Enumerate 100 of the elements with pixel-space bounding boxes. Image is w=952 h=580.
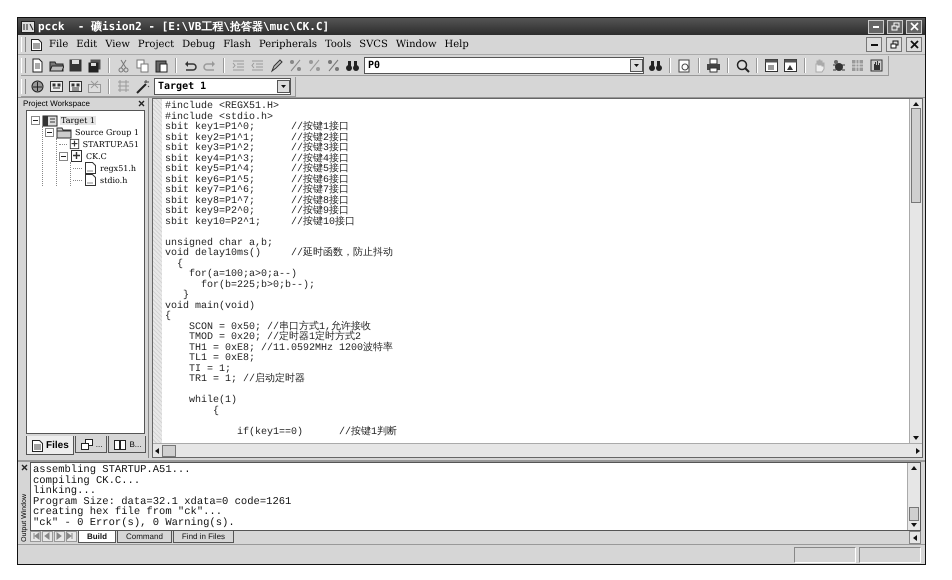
menu-item[interactable]: Peripherals	[256, 39, 319, 50]
code-line: {	[165, 312, 172, 322]
magnifier-icon[interactable]	[735, 58, 750, 72]
code-line: #include <REGX51.H>	[165, 102, 280, 112]
tab-scroll-icon[interactable]	[42, 531, 53, 542]
window-icon[interactable]	[764, 58, 779, 72]
output-tab[interactable]: Build	[78, 531, 116, 543]
close-button[interactable]	[906, 37, 922, 52]
panel-tab[interactable]: B...	[108, 436, 146, 453]
code-line: void delay10ms() //延时函数，防止抖动	[165, 249, 394, 259]
pencil-icon[interactable]	[269, 58, 284, 72]
menu-item[interactable]: SVCS	[357, 39, 390, 50]
up-arrow-icon[interactable]	[911, 466, 917, 470]
output-line: linking...	[33, 486, 96, 496]
code-line: #include <stdio.h>	[165, 112, 274, 122]
code-line: void main(void)	[165, 302, 256, 312]
up-arrow-icon[interactable]	[913, 102, 919, 106]
hand-icon[interactable]	[869, 58, 884, 72]
code-line: unsigned char a,b;	[165, 238, 274, 248]
tree-item[interactable]: regx51.h	[99, 164, 138, 172]
copy-icon[interactable]	[135, 58, 150, 72]
save-all-icon[interactable]	[87, 58, 102, 72]
file-icon	[84, 161, 97, 175]
output-tab[interactable]: Command	[117, 531, 172, 543]
target-combo[interactable]: Target 1	[154, 78, 291, 94]
menu-item[interactable]: Flash	[221, 39, 253, 50]
minimize-button[interactable]	[866, 37, 882, 52]
code-line: while(1)	[188, 396, 238, 406]
code-line: for(b=225;b>0;b--);	[200, 280, 316, 291]
status-pane	[859, 546, 921, 562]
restore-button[interactable]	[887, 20, 903, 34]
left-arrow-icon[interactable]	[155, 448, 159, 454]
menu-item[interactable]: Tools	[322, 39, 354, 50]
new-file-icon[interactable]	[30, 58, 45, 72]
horizontal-scrollbar[interactable]	[153, 443, 922, 457]
scissors-icon[interactable]	[116, 58, 131, 72]
code-line: sbit key9=P2^0; //按键9接口	[165, 207, 350, 217]
panel-tab[interactable]: ...	[74, 436, 108, 453]
code-line: if(key1==0) //按键1判断	[236, 428, 398, 438]
horizontal-scrollbar[interactable]	[909, 531, 921, 544]
menu-item[interactable]: Help	[442, 39, 471, 50]
paste-icon[interactable]	[154, 58, 169, 72]
minimize-icon	[873, 26, 879, 28]
code-line: TMOD = 0x20; //定时器1定时方式2	[188, 333, 362, 343]
close-icon[interactable]	[138, 100, 145, 107]
vertical-scrollbar[interactable]	[909, 99, 922, 443]
panel-title: Project Workspace	[23, 99, 90, 108]
code-line: TR1 = 1; //启动定时器	[188, 375, 306, 386]
code-line: }	[183, 291, 190, 301]
menu-item[interactable]: Debug	[180, 39, 218, 50]
menu-item[interactable]: Edit	[74, 39, 100, 50]
source-file-icon	[68, 137, 80, 151]
minimize-button[interactable]	[868, 20, 884, 34]
tree-item[interactable]: Source Group 1	[74, 128, 140, 136]
folder-icon	[56, 126, 72, 138]
vertical-scrollbar[interactable]	[907, 463, 920, 530]
tree-item[interactable]: Target 1	[60, 116, 96, 124]
tab-scroll-icon[interactable]	[30, 531, 41, 542]
status-pane	[794, 546, 856, 562]
wand-icon[interactable]	[135, 78, 150, 94]
collapse-toggle[interactable]	[59, 152, 68, 160]
collapse-toggle[interactable]	[31, 116, 40, 124]
tree-item[interactable]: stdio.h	[99, 176, 128, 184]
right-arrow-icon[interactable]	[916, 448, 920, 454]
menu-item[interactable]: View	[103, 39, 132, 50]
menu-item[interactable]: Project	[136, 39, 176, 50]
app-icon	[21, 20, 35, 32]
printer-icon[interactable]	[706, 58, 721, 72]
tree-item[interactable]: CK.C	[85, 152, 108, 160]
tab-scroll-icon[interactable]	[66, 531, 77, 542]
scroll-thumb[interactable]	[162, 444, 176, 456]
code-line: {	[176, 260, 184, 270]
menu-item[interactable]: Window	[394, 39, 439, 50]
scroll-thumb[interactable]	[909, 507, 919, 521]
code-line: sbit key1=P1^0; //按键1接口	[165, 123, 350, 133]
output-tab[interactable]: Find in Files	[172, 531, 234, 543]
document-icon	[31, 438, 44, 452]
collapse-toggle[interactable]	[45, 128, 54, 136]
menu-item[interactable]: File	[47, 39, 70, 50]
source-file-icon	[70, 149, 83, 163]
output-line: assembling STARTUP.A51...	[33, 465, 192, 476]
find-combo[interactable]: P0	[364, 56, 644, 74]
restore-button[interactable]	[886, 37, 902, 52]
down-arrow-icon[interactable]	[911, 523, 917, 527]
document-icon	[30, 38, 43, 52]
close-icon[interactable]	[20, 464, 28, 471]
close-icon	[910, 40, 918, 49]
down-arrow-icon[interactable]	[913, 436, 919, 440]
scroll-thumb[interactable]	[911, 108, 921, 203]
book-icon	[113, 438, 128, 450]
bug-icon[interactable]	[831, 58, 846, 72]
save-icon[interactable]	[68, 58, 83, 72]
tree-item[interactable]: STARTUP.A51	[82, 140, 140, 148]
left-arrow-icon[interactable]	[913, 534, 917, 540]
panel-tab[interactable]: Files	[26, 436, 74, 455]
output-line: compiling CK.C...	[33, 476, 142, 486]
close-button[interactable]	[906, 20, 922, 34]
code-line: sbit key10=P2^1; //按键10接口	[165, 218, 356, 228]
code-line: {	[212, 406, 220, 417]
window-icon[interactable]	[783, 58, 798, 72]
